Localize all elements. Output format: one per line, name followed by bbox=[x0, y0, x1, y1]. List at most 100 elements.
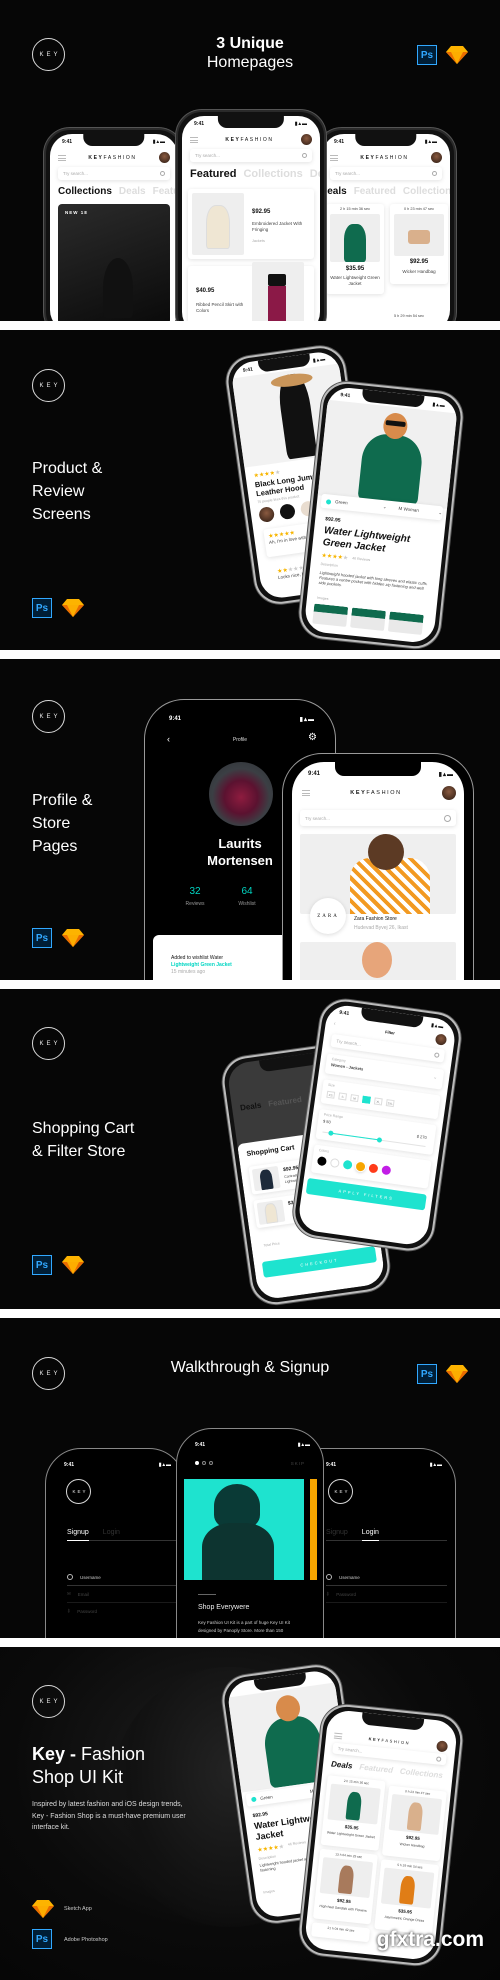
color-swatch[interactable] bbox=[381, 1164, 392, 1175]
deal-card[interactable]: 5 h 29 min 54 sec $35.95 Asymmetric Orange… bbox=[374, 1859, 440, 1935]
settings-icon[interactable]: ⚙ bbox=[308, 732, 317, 743]
password-field[interactable]: ⚷ Password bbox=[326, 1586, 447, 1603]
sketch-icon bbox=[62, 599, 84, 617]
total-price-label: Total Price bbox=[263, 1241, 281, 1248]
search-icon bbox=[432, 171, 437, 176]
size-option-2xl[interactable]: 2XL bbox=[385, 1098, 395, 1107]
password-field[interactable]: ⚷ Password bbox=[67, 1603, 184, 1619]
page-dot[interactable] bbox=[202, 1461, 206, 1465]
signal-icons: ▮▴▬ bbox=[424, 139, 438, 145]
watermark: gfxtra.com bbox=[376, 1928, 484, 1951]
stat-wishlist[interactable]: 64 Wishlist bbox=[227, 886, 267, 907]
tab-featured[interactable]: Featured bbox=[190, 168, 236, 180]
product-price: $92.95 bbox=[252, 209, 271, 215]
size-option-l[interactable]: L bbox=[362, 1095, 371, 1104]
tab-deals[interactable]: Deals bbox=[310, 168, 320, 180]
tab-featured[interactable]: Featured bbox=[153, 186, 178, 197]
page-indicator bbox=[195, 1461, 213, 1465]
page-dot[interactable] bbox=[209, 1461, 213, 1465]
model-photo bbox=[102, 258, 133, 318]
collection-card[interactable]: NEW 18 bbox=[58, 204, 170, 321]
size-option-m[interactable]: M bbox=[350, 1093, 360, 1102]
stat-reviews[interactable]: 32 Reviews bbox=[175, 886, 215, 907]
tab-login[interactable]: Login bbox=[361, 1529, 379, 1541]
avatar[interactable] bbox=[431, 152, 442, 163]
search-icon bbox=[436, 1756, 442, 1762]
product-card[interactable]: $92.95 Embroidered Jacket With Fringing … bbox=[188, 189, 314, 259]
product-card[interactable]: $40.95 Ribbed Pencil Skirt with Colors bbox=[188, 262, 314, 321]
tab-featured[interactable]: Featured bbox=[354, 186, 396, 197]
username-field[interactable]: Username bbox=[326, 1569, 447, 1586]
size-option-xl[interactable]: XL bbox=[373, 1096, 383, 1106]
color-swatch[interactable] bbox=[342, 1159, 353, 1170]
panel-walkthrough-signup: KEY Walkthrough & Signup Ps 9:41 ▮▴▬ KEY … bbox=[0, 1318, 500, 1638]
menu-icon[interactable] bbox=[333, 1732, 343, 1739]
product-image bbox=[380, 1867, 435, 1909]
deal-card[interactable]: 0 h 23 min 47 sec $92.95 Wicker Handbag bbox=[381, 1785, 447, 1862]
email-field[interactable]: ✉ Email bbox=[67, 1586, 184, 1603]
color-swatch[interactable] bbox=[329, 1157, 340, 1168]
size-option-s[interactable]: S bbox=[338, 1091, 348, 1101]
phone-deals: 9:41 ▮▴▬ KEYFASHION Try search... Deals Fe… bbox=[316, 128, 456, 321]
price-slider-min-handle[interactable] bbox=[327, 1130, 334, 1136]
product-image bbox=[388, 1793, 443, 1835]
avatar[interactable] bbox=[441, 786, 456, 800]
search-input[interactable]: Try search... bbox=[300, 810, 456, 826]
tab-collections[interactable]: Collections bbox=[403, 186, 450, 197]
product-name: Embroidered Jacket With Fringing bbox=[252, 221, 303, 232]
deal-timer: 5 h 29 min 54 sec bbox=[394, 314, 424, 318]
search-input[interactable]: Try search... bbox=[190, 149, 312, 162]
photoshop-icon: Ps bbox=[32, 598, 52, 618]
tab-collections[interactable]: Collections bbox=[243, 168, 302, 180]
price-slider-max-handle[interactable] bbox=[376, 1137, 382, 1143]
tab-deals[interactable]: Deals bbox=[119, 186, 146, 197]
tab-signup[interactable]: Signup bbox=[67, 1529, 89, 1541]
menu-icon[interactable] bbox=[302, 790, 310, 796]
deal-card[interactable]: 2 h 15 min 36 sec $35.95 Water Lightweight… bbox=[320, 1775, 386, 1851]
product-rating: ★★★★★ bbox=[321, 553, 349, 562]
tab-collections[interactable]: Collections bbox=[399, 1767, 443, 1780]
color-select[interactable]: Green bbox=[335, 499, 383, 510]
phone-login: 9:41 ▮▴▬ KEY Signup Login Username ⚷ Passw… bbox=[316, 1448, 456, 1638]
sketch-icon bbox=[32, 1900, 54, 1918]
walkthrough-heading: Shop Everywere bbox=[198, 1604, 250, 1611]
deal-card[interactable]: 2 h 15 min 36 sec $35.95 Water Lightweig… bbox=[326, 204, 384, 294]
search-input[interactable]: Try search... bbox=[58, 167, 170, 180]
tab-deals[interactable]: Deals bbox=[331, 1759, 353, 1770]
deal-card[interactable]: 21 h 04 min 42 sec bbox=[311, 1922, 371, 1943]
section-title: Product & Review Screens bbox=[32, 460, 103, 524]
product-image bbox=[330, 214, 380, 262]
menu-icon[interactable] bbox=[330, 154, 338, 161]
avatar[interactable] bbox=[434, 1033, 448, 1046]
menu-icon[interactable] bbox=[58, 154, 66, 161]
color-swatch[interactable] bbox=[316, 1155, 328, 1166]
sketch-icon bbox=[62, 929, 84, 947]
phone-signup: 9:41 ▮▴▬ KEY Signup Login Username ✉ Email… bbox=[45, 1448, 185, 1638]
avatar[interactable] bbox=[301, 134, 312, 145]
image-thumbnails bbox=[312, 603, 424, 635]
key-logo: KEY bbox=[32, 369, 65, 402]
skip-button[interactable]: SKIP bbox=[291, 1461, 305, 1466]
search-input[interactable]: Try search... bbox=[330, 167, 442, 180]
status-time: 9:41 bbox=[194, 121, 205, 127]
store-banner[interactable] bbox=[300, 942, 456, 980]
color-swatch[interactable] bbox=[368, 1162, 379, 1174]
avatar[interactable] bbox=[436, 1740, 449, 1753]
page-dot[interactable] bbox=[195, 1461, 199, 1465]
deal-card[interactable]: 0 h 23 min 47 sec $92.95 Wicker Handbag bbox=[390, 204, 448, 284]
avatar[interactable] bbox=[159, 152, 170, 163]
tab-login[interactable]: Login bbox=[103, 1529, 120, 1536]
tab-collections[interactable]: Collections bbox=[58, 186, 112, 197]
walkthrough-image bbox=[184, 1479, 304, 1580]
tab-featured[interactable]: Featured bbox=[359, 1762, 394, 1774]
checkout-button[interactable]: CHECKOUT bbox=[261, 1246, 377, 1278]
tab-signup[interactable]: Signup bbox=[326, 1529, 348, 1536]
size-select[interactable]: M Woman bbox=[398, 506, 438, 516]
color-swatch[interactable] bbox=[355, 1161, 366, 1172]
size-option-xs[interactable]: XS bbox=[326, 1090, 336, 1099]
menu-icon[interactable] bbox=[190, 136, 198, 143]
deal-card[interactable]: 13 h 04 min 29 sec $92.95 High-heel Sandal… bbox=[312, 1848, 378, 1925]
sketch-icon bbox=[446, 1365, 468, 1383]
key-logo: KEY bbox=[328, 1479, 353, 1504]
username-field[interactable]: Username bbox=[67, 1569, 184, 1586]
